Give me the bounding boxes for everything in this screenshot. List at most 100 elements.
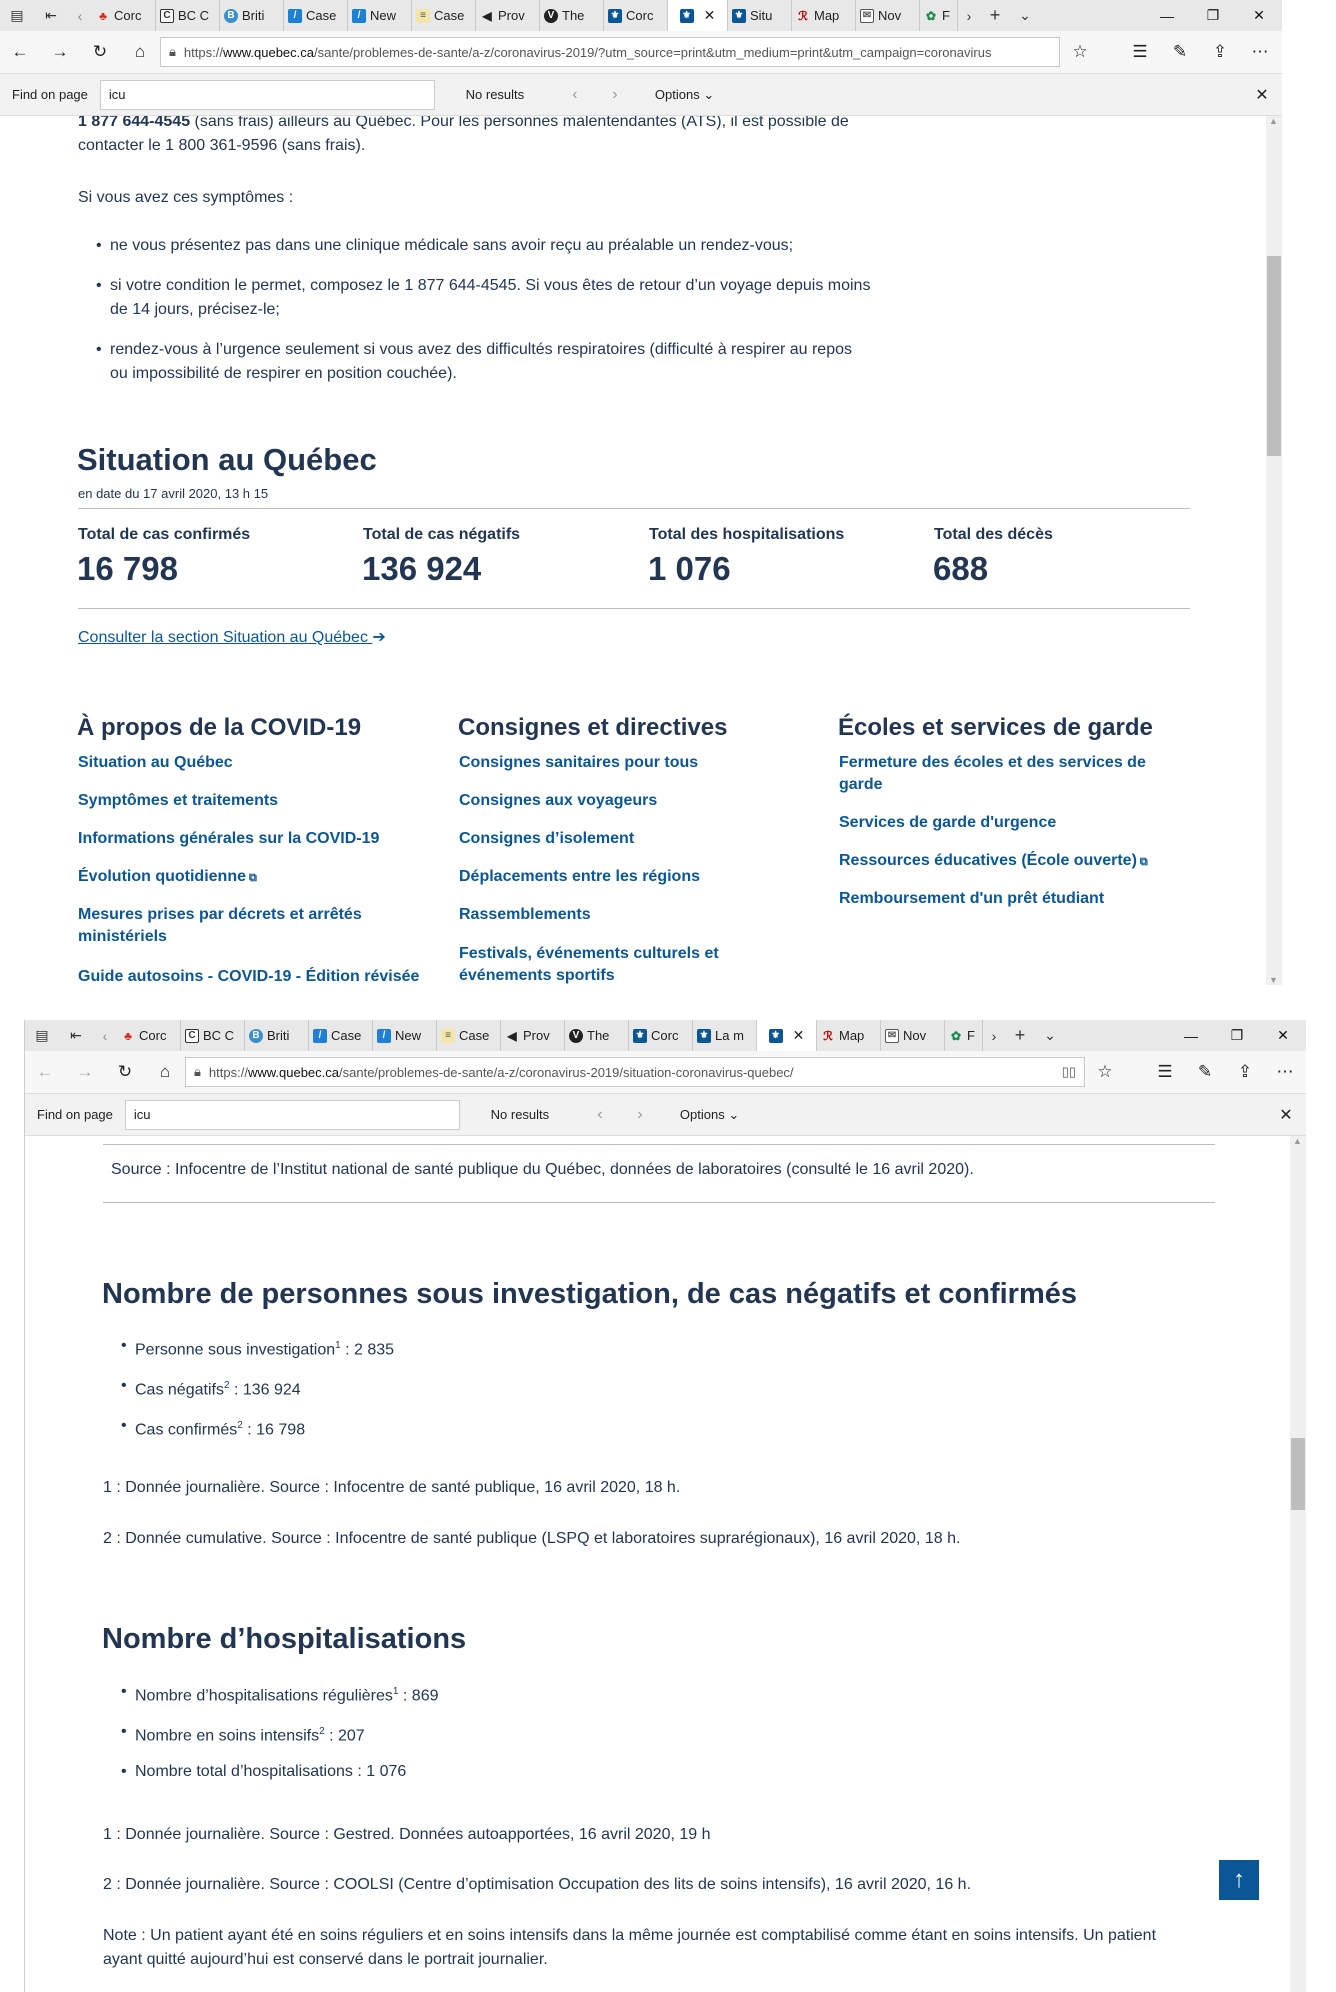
scroll-tabs-right-icon[interactable]: › — [958, 0, 980, 31]
scroll-tabs-right-icon[interactable]: › — [983, 1020, 1005, 1051]
scroll-up-icon[interactable]: ▲ — [1293, 1136, 1302, 1146]
chevron-down-icon[interactable]: ⌄ — [1010, 0, 1040, 31]
nav-link[interactable]: Fermeture des écoles et des services de — [839, 752, 1146, 774]
minimize-icon[interactable]: — — [1168, 1020, 1214, 1051]
browser-tab[interactable]: ◀ Prov — [476, 0, 540, 31]
restore-icon[interactable]: ❐ — [1190, 0, 1236, 31]
nav-link[interactable]: Ressources éducatives (École ouverte) ⧉ — [839, 850, 1148, 873]
find-next-icon[interactable]: › — [620, 1106, 660, 1124]
browser-tab[interactable]: / Case — [309, 1020, 373, 1051]
scrollbar-thumb[interactable] — [1291, 1438, 1305, 1510]
nav-link[interactable]: Situation au Québec — [78, 752, 233, 774]
browser-tab[interactable]: ✿ F — [945, 1020, 983, 1051]
pen-icon[interactable]: ✎ — [1160, 31, 1200, 74]
browser-tab[interactable]: C BC C — [156, 0, 220, 31]
new-tab-icon[interactable]: + — [980, 0, 1010, 31]
browser-tab[interactable]: ⚜ Corc — [604, 0, 668, 31]
nav-link[interactable]: Festivals, événements culturels et — [459, 943, 719, 965]
browser-tab[interactable]: B Briti — [220, 0, 284, 31]
scroll-tabs-left-icon[interactable]: ‹ — [93, 1020, 117, 1051]
find-previous-icon[interactable]: ‹ — [580, 1106, 620, 1124]
scrollbar[interactable]: ▲ — [1290, 1136, 1306, 1992]
set-aside-tabs-icon[interactable]: ⇤ — [34, 0, 68, 31]
nav-link[interactable]: Remboursement d'un prêt étudiant — [839, 888, 1104, 910]
new-tab-icon[interactable]: + — [1005, 1020, 1035, 1051]
find-options-button[interactable]: Options ⌄ — [635, 87, 714, 103]
back-icon[interactable]: ← — [0, 31, 40, 74]
find-input[interactable]: icu — [99, 79, 435, 110]
scroll-up-icon[interactable]: ▲ — [1269, 116, 1278, 126]
nav-link[interactable]: Consignes sanitaires pour tous — [459, 752, 698, 774]
browser-tab[interactable]: / Case — [284, 0, 348, 31]
close-find-icon[interactable]: ✕ — [1242, 85, 1282, 105]
favorites-list-icon[interactable]: ☰ — [1120, 31, 1160, 74]
set-aside-tabs-icon[interactable]: ⇤ — [59, 1020, 93, 1051]
browser-tab[interactable]: ◀ Prov — [501, 1020, 565, 1051]
browser-tab[interactable]: B Briti — [245, 1020, 309, 1051]
close-find-icon[interactable]: ✕ — [1266, 1105, 1306, 1125]
browser-tab[interactable]: ♣ Corc — [117, 1020, 181, 1051]
browser-tab[interactable]: ℛ Map — [817, 1020, 881, 1051]
nav-link[interactable]: Informations générales sur la COVID-19 — [78, 828, 379, 850]
nav-link[interactable]: Consignes aux voyageurs — [459, 790, 657, 812]
favorite-star-icon[interactable]: ☆ — [1085, 1051, 1125, 1094]
more-icon[interactable]: ⋯ — [1265, 1051, 1305, 1094]
refresh-icon[interactable]: ↻ — [80, 31, 120, 74]
consult-situation-link[interactable]: Consulter la section Situation au Québec… — [78, 626, 386, 650]
refresh-icon[interactable]: ↻ — [105, 1051, 145, 1094]
restore-icon[interactable]: ❐ — [1214, 1020, 1260, 1051]
share-icon[interactable]: ⇪ — [1225, 1051, 1265, 1094]
url-field[interactable]: 🔒︎ https://www.quebec.ca/sante/problemes… — [160, 37, 1060, 67]
browser-tab[interactable]: ≡ Case — [412, 0, 476, 31]
nav-link-continued[interactable]: événements sportifs — [459, 965, 615, 985]
find-next-icon[interactable]: › — [595, 86, 635, 104]
nav-link[interactable]: Guide autosoins - COVID-19 - Édition rév… — [78, 966, 419, 985]
share-icon[interactable]: ⇪ — [1200, 31, 1240, 74]
browser-tab[interactable]: ✿ F — [920, 0, 958, 31]
browser-tab-active[interactable]: ⚜ ✕ — [757, 1020, 817, 1051]
nav-link[interactable]: Rassemblements — [459, 904, 591, 926]
browser-tab[interactable]: ♣ Corc — [92, 0, 156, 31]
nav-link-continued[interactable]: ministériels — [78, 926, 167, 948]
scrollbar[interactable]: ▲ ▼ — [1266, 116, 1282, 985]
home-icon[interactable]: ⌂ — [145, 1051, 185, 1094]
favorites-list-icon[interactable]: ☰ — [1145, 1051, 1185, 1094]
url-field[interactable]: 🔒︎ https://www.quebec.ca/sante/problemes… — [185, 1057, 1085, 1087]
nav-link[interactable]: Évolution quotidienne ⧉ — [78, 866, 257, 889]
browser-tab[interactable]: ✉ Nov — [856, 0, 920, 31]
nav-link[interactable]: Consignes d’isolement — [459, 828, 634, 850]
nav-link[interactable]: Symptômes et traitements — [78, 790, 278, 812]
browser-tab[interactable]: / New — [373, 1020, 437, 1051]
browser-tab[interactable]: / New — [348, 0, 412, 31]
scroll-down-icon[interactable]: ▼ — [1269, 975, 1278, 985]
more-icon[interactable]: ⋯ — [1240, 31, 1280, 74]
browser-tab[interactable]: ℛ Map — [792, 0, 856, 31]
nav-link[interactable]: Mesures prises par décrets et arrêtés — [78, 904, 362, 926]
browser-tab[interactable]: V The — [565, 1020, 629, 1051]
browser-tab[interactable]: ⚜ Corc — [629, 1020, 693, 1051]
nav-link[interactable]: Services de garde d'urgence — [839, 812, 1056, 834]
find-options-button[interactable]: Options ⌄ — [660, 1107, 739, 1123]
browser-tab-active[interactable]: ⚜ ✕ — [668, 0, 728, 31]
scroll-tabs-left-icon[interactable]: ‹ — [68, 0, 92, 31]
nav-link-continued[interactable]: garde — [839, 774, 883, 796]
scrollbar-thumb[interactable] — [1267, 256, 1281, 456]
chevron-down-icon[interactable]: ⌄ — [1035, 1020, 1065, 1051]
back-icon[interactable]: ← — [25, 1051, 65, 1094]
browser-tab[interactable]: ⚜ La m — [693, 1020, 757, 1051]
browser-tab[interactable]: ≡ Case — [437, 1020, 501, 1051]
forward-icon[interactable]: → — [40, 31, 80, 74]
pen-icon[interactable]: ✎ — [1185, 1051, 1225, 1094]
close-window-icon[interactable]: ✕ — [1236, 0, 1282, 31]
tab-actions-icon[interactable]: ▤ — [25, 1020, 59, 1051]
browser-tab[interactable]: ✉ Nov — [881, 1020, 945, 1051]
favorite-star-icon[interactable]: ☆ — [1060, 31, 1100, 74]
minimize-icon[interactable]: — — [1144, 0, 1190, 31]
back-to-top-button[interactable]: ↑ — [1219, 1860, 1259, 1900]
find-previous-icon[interactable]: ‹ — [555, 86, 595, 104]
find-input[interactable]: icu — [124, 1099, 460, 1130]
nav-link[interactable]: Déplacements entre les régions — [459, 866, 700, 888]
browser-tab[interactable]: ⚜ Situ — [728, 0, 792, 31]
browser-tab[interactable]: V The — [540, 0, 604, 31]
forward-icon[interactable]: → — [65, 1051, 105, 1094]
